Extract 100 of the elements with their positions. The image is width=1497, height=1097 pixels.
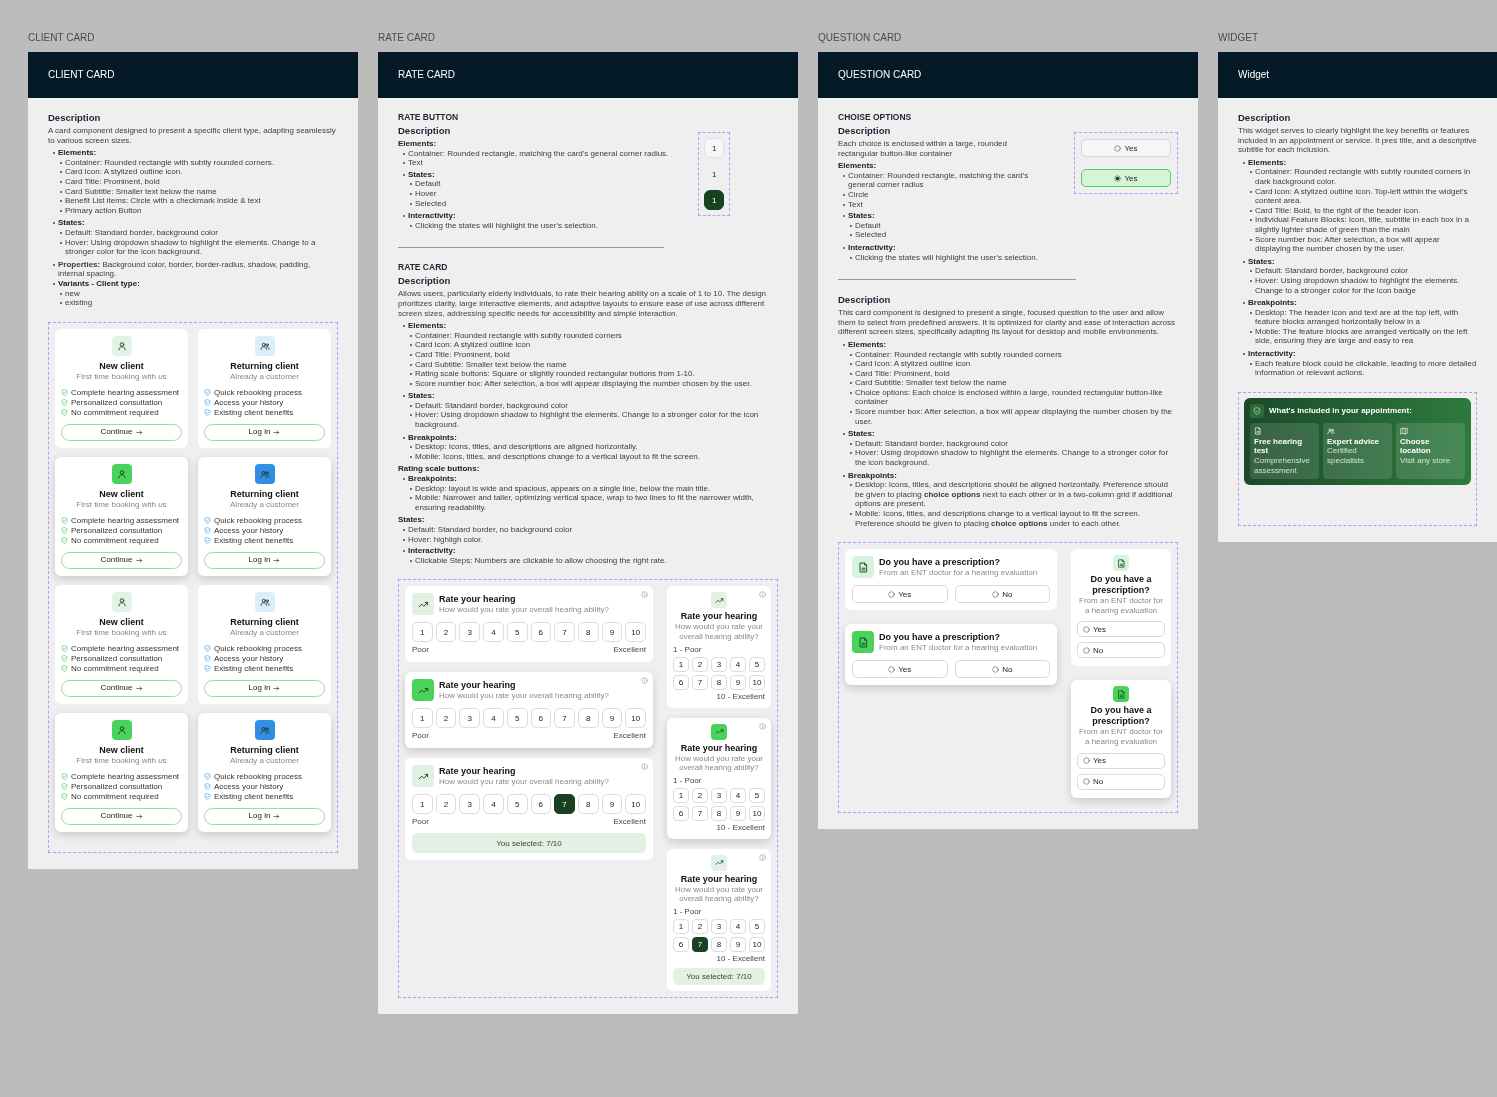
shield-check-icon (204, 773, 211, 781)
rate-button[interactable]: 6 (673, 805, 689, 821)
rate-button[interactable]: 6 (530, 708, 552, 729)
continue-button[interactable]: Continue (61, 551, 182, 569)
rate-button[interactable]: 6 (530, 794, 552, 815)
rate-button[interactable]: 10 (749, 936, 765, 952)
rate-button[interactable]: 4 (483, 794, 504, 815)
rate-button[interactable]: 5 (749, 787, 765, 803)
rate-button[interactable]: 5 (749, 918, 765, 934)
info-icon (759, 722, 766, 730)
rate-button[interactable]: 2 (692, 787, 708, 803)
rate-button[interactable]: 3 (459, 794, 481, 815)
list-label: Breakpoints: (401, 432, 778, 443)
rate-button[interactable]: 8 (711, 674, 727, 690)
rate-button[interactable]: 8 (711, 936, 727, 952)
rate-button[interactable]: 1 (412, 794, 433, 815)
rate-button[interactable]: 1 (673, 787, 689, 803)
rate-button[interactable]: 5 (506, 708, 528, 729)
login-button[interactable]: Log in (204, 423, 325, 441)
rate-button[interactable]: 4 (730, 787, 746, 803)
rate-button[interactable]: 4 (483, 622, 504, 643)
feature-tile[interactable]: Choose location Visit any store (1396, 422, 1465, 480)
option-button[interactable]: Yes (852, 660, 948, 679)
rate-button[interactable]: 3 (711, 918, 727, 934)
rate-button[interactable]: 9 (730, 805, 746, 821)
rate-button[interactable]: 2 (692, 918, 708, 934)
feature-title: Expert advice (1327, 436, 1381, 447)
option-button[interactable]: No (1077, 773, 1165, 790)
rate-button[interactable]: 2 (435, 794, 457, 815)
continue-button[interactable]: Continue (61, 807, 182, 825)
rate-button[interactable]: 7 (554, 794, 575, 815)
rate-button[interactable]: 6 (530, 622, 552, 643)
continue-button[interactable]: Continue (61, 679, 182, 697)
card-title: Do you have a prescription? (1089, 574, 1153, 597)
rate-button[interactable]: 3 (711, 656, 727, 672)
rate-button[interactable]: 3 (459, 622, 481, 643)
rate-button[interactable]: 9 (601, 794, 623, 815)
feature-tile[interactable]: Free hearing test Comprehensive assessment (1250, 422, 1319, 480)
rate-button[interactable]: 4 (730, 656, 746, 672)
option-button[interactable]: Yes (1077, 752, 1165, 769)
option-button[interactable]: Yes (1081, 139, 1171, 157)
card-subtitle: Already a customer (229, 371, 300, 382)
rate-button[interactable]: 5 (506, 622, 528, 643)
rate-button[interactable]: 2 (435, 622, 457, 643)
card-subtitle: From an ENT doctor for a hearing evaluation (879, 642, 1038, 653)
scale-label: Excellent (613, 817, 646, 828)
rate-button[interactable]: 5 (506, 794, 528, 815)
feature-tile[interactable]: Expert advice Certified specialists (1323, 422, 1392, 480)
rate-button[interactable]: 8 (577, 794, 599, 815)
option-button[interactable]: No (1077, 642, 1165, 659)
option-button[interactable]: Yes (1077, 621, 1165, 638)
rate-button[interactable]: 10 (749, 805, 765, 821)
rate-button[interactable]: 4 (730, 918, 746, 934)
rate-button[interactable]: 6 (673, 674, 689, 690)
rate-button[interactable]: 7 (692, 936, 708, 952)
benefit-text: Quick rebooking process (214, 643, 303, 654)
rate-button[interactable]: 6 (673, 936, 689, 952)
rate-button[interactable]: 10 (625, 708, 646, 729)
rate-button[interactable]: 1 (673, 918, 689, 934)
rate-button[interactable]: 1 (704, 164, 725, 184)
rate-button[interactable]: 8 (711, 805, 727, 821)
rate-button[interactable]: 1 (704, 138, 725, 158)
rate-button[interactable]: 2 (435, 708, 457, 729)
benefit-text: Access your history (214, 525, 284, 536)
rate-button[interactable]: 10 (625, 622, 646, 643)
rate-button[interactable]: 10 (749, 674, 765, 690)
option-button[interactable]: Yes (1081, 169, 1171, 187)
scale-label: 1 - Poor (673, 775, 703, 786)
rate-button[interactable]: 9 (601, 622, 623, 643)
rate-button[interactable]: 9 (730, 936, 746, 952)
continue-button[interactable]: Continue (61, 423, 182, 441)
list-item: Card Icon: A stylized outline icon. (58, 167, 338, 177)
option-button[interactable]: No (954, 585, 1050, 604)
rate-button[interactable]: 1 (412, 708, 433, 729)
rate-button[interactable]: 1 (704, 190, 725, 210)
rate-button[interactable]: 9 (730, 674, 746, 690)
option-button[interactable]: Yes (852, 585, 948, 604)
list-item: Container: Rounded rectangle with subtly rounded corners (408, 330, 778, 341)
rate-button[interactable]: 7 (692, 805, 708, 821)
rate-button[interactable]: 3 (459, 708, 481, 729)
rate-button[interactable]: 7 (692, 674, 708, 690)
rate-button[interactable]: 4 (483, 708, 504, 729)
rate-button[interactable]: 3 (711, 787, 727, 803)
rate-button[interactable]: 1 (673, 656, 689, 672)
rate-button[interactable]: 7 (554, 708, 575, 729)
rate-button[interactable]: 10 (625, 794, 646, 815)
login-button[interactable]: Log in (204, 679, 325, 697)
rate-button[interactable]: 9 (601, 708, 623, 729)
option-button[interactable]: No (954, 660, 1050, 679)
login-button[interactable]: Log in (204, 807, 325, 825)
rate-button[interactable]: 8 (577, 708, 599, 729)
rate-button[interactable]: 5 (749, 656, 765, 672)
list-item: Card Title: Prominent, bold (58, 176, 338, 187)
rate-button[interactable]: 7 (554, 622, 575, 643)
rate-button[interactable]: 8 (577, 622, 599, 643)
document-icon (852, 631, 874, 654)
card-title: New client (98, 744, 145, 756)
rate-button[interactable]: 2 (692, 656, 708, 672)
login-button[interactable]: Log in (204, 551, 325, 569)
rate-button[interactable]: 1 (412, 622, 433, 643)
